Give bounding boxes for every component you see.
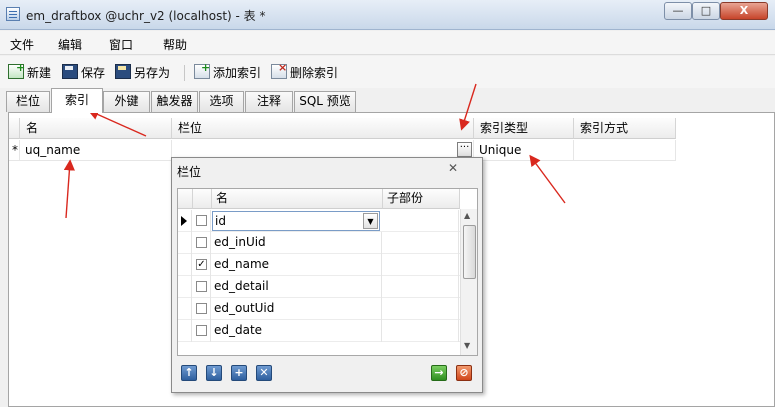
annotation-arrow (63, 159, 75, 219)
annotation-arrow (459, 83, 477, 131)
annotation-arrow (87, 109, 147, 137)
annotation-arrow (529, 154, 566, 204)
annotation-arrows (63, 83, 566, 219)
tab-indexes[interactable]: 索引 (51, 88, 103, 113)
